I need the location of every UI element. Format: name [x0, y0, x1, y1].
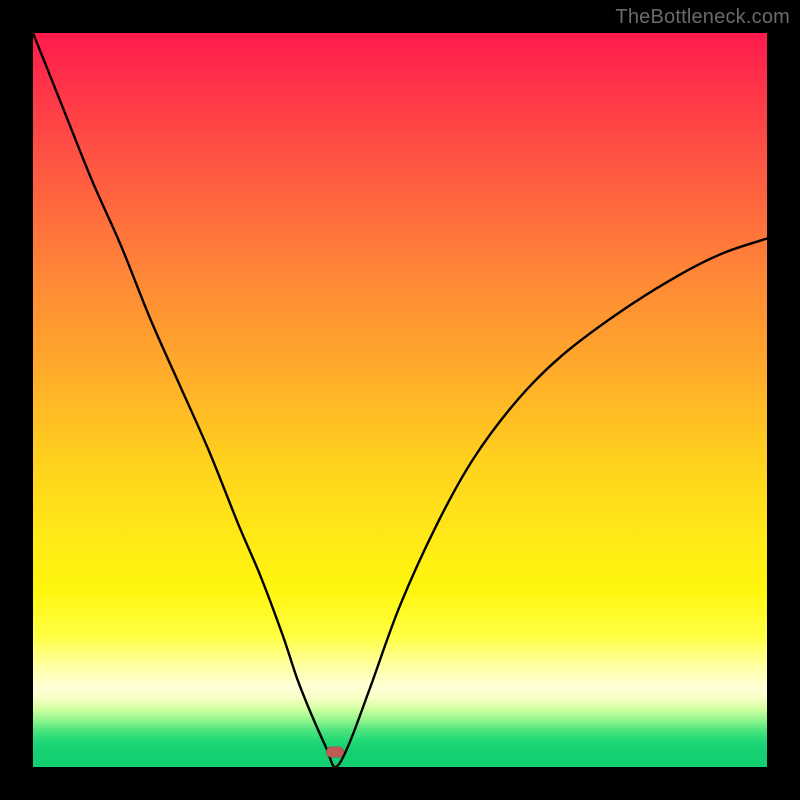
watermark-text: TheBottleneck.com	[615, 6, 790, 29]
plot-area	[33, 33, 767, 767]
minimum-marker	[326, 747, 344, 758]
chart-frame: TheBottleneck.com	[0, 0, 800, 800]
gradient-background	[33, 33, 767, 767]
